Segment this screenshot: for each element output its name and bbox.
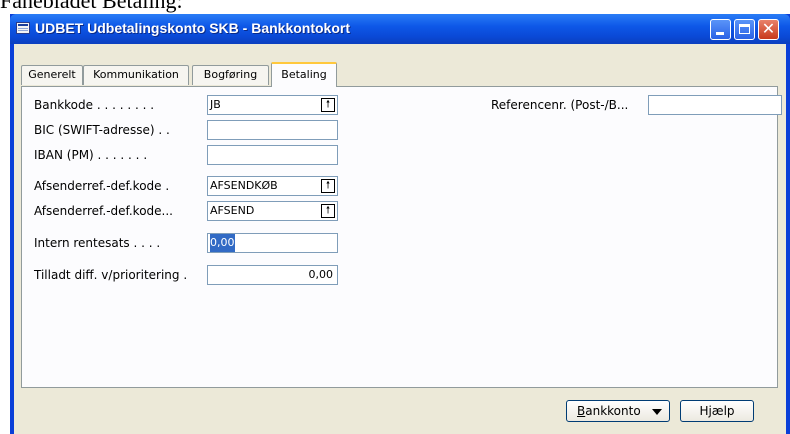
close-button[interactable]: ✕ <box>758 19 779 40</box>
intern-rentesats-field[interactable]: 0,00 <box>207 233 338 253</box>
afsenderref-1-label: Afsenderref.-def.kode . <box>34 179 170 193</box>
maximize-icon <box>735 20 754 39</box>
bankkonto-hotkey: B <box>577 404 586 418</box>
afsenderref-2-label: Afsenderref.-def.kode... <box>34 204 173 218</box>
bankkonto-label: ankkonto <box>585 404 641 418</box>
afsenderref-2-field[interactable]: AFSEND 🠕 <box>207 201 338 221</box>
bankkonto-button[interactable]: Bankkonto <box>566 400 670 422</box>
help-button[interactable]: Hjælp <box>680 400 754 422</box>
tab-panel-betaling: Bankkode . . . . . . . . JB 🠕 BIC (SWIFT… <box>21 86 782 388</box>
tab-generelt[interactable]: Generelt <box>21 65 83 85</box>
lookup-arrow-icon[interactable]: 🠕 <box>321 204 335 218</box>
bic-label: BIC (SWIFT-adresse) . . <box>34 123 170 137</box>
maximize-button[interactable] <box>734 19 755 40</box>
bankkode-value: JB <box>210 98 221 111</box>
tilladt-diff-value: 0,00 <box>308 268 334 281</box>
window-client-area: Generelt Kommunikation Bogføring Betalin… <box>14 44 786 434</box>
intern-rentesats-value: 0,00 <box>210 234 235 252</box>
minimize-button[interactable] <box>710 19 731 40</box>
minimize-icon <box>711 20 730 39</box>
title-bar[interactable]: UDBET Udbetalingskonto SKB - Bankkontoko… <box>10 14 790 44</box>
iban-field[interactable] <box>207 145 338 165</box>
table-window-icon[interactable] <box>16 22 30 34</box>
page-caption: Fanebladet Betaling: <box>0 0 183 13</box>
referencenr-field[interactable] <box>648 95 782 115</box>
bankkode-field[interactable]: JB 🠕 <box>207 95 338 115</box>
tilladt-diff-field[interactable]: 0,00 <box>207 265 338 285</box>
dropdown-arrow-icon <box>652 409 662 415</box>
afsenderref-1-value: AFSENDKØB <box>210 179 278 192</box>
iban-label: IBAN (PM) . . . . . . . <box>34 148 148 162</box>
bankkontokort-window: UDBET Udbetalingskonto SKB - Bankkontoko… <box>10 14 790 434</box>
close-icon: ✕ <box>761 19 776 38</box>
referencenr-label: Referencenr. (Post-/B... <box>491 98 629 112</box>
lookup-arrow-icon[interactable]: 🠕 <box>321 179 335 193</box>
intern-rentesats-label: Intern rentesats . . . . <box>34 236 161 250</box>
afsenderref-2-value: AFSEND <box>210 204 255 217</box>
tab-bogfoering[interactable]: Bogføring <box>192 65 269 85</box>
window-title: UDBET Udbetalingskonto SKB - Bankkontoko… <box>35 20 351 36</box>
tilladt-diff-label: Tilladt diff. v/prioritering . <box>34 268 188 282</box>
bic-field[interactable] <box>207 120 338 140</box>
tab-betaling[interactable]: Betaling <box>271 62 337 87</box>
lookup-arrow-icon[interactable]: 🠕 <box>321 98 335 112</box>
bankkode-label: Bankkode . . . . . . . . <box>34 98 155 112</box>
afsenderref-1-field[interactable]: AFSENDKØB 🠕 <box>207 176 338 196</box>
tab-kommunikation[interactable]: Kommunikation <box>83 65 189 85</box>
